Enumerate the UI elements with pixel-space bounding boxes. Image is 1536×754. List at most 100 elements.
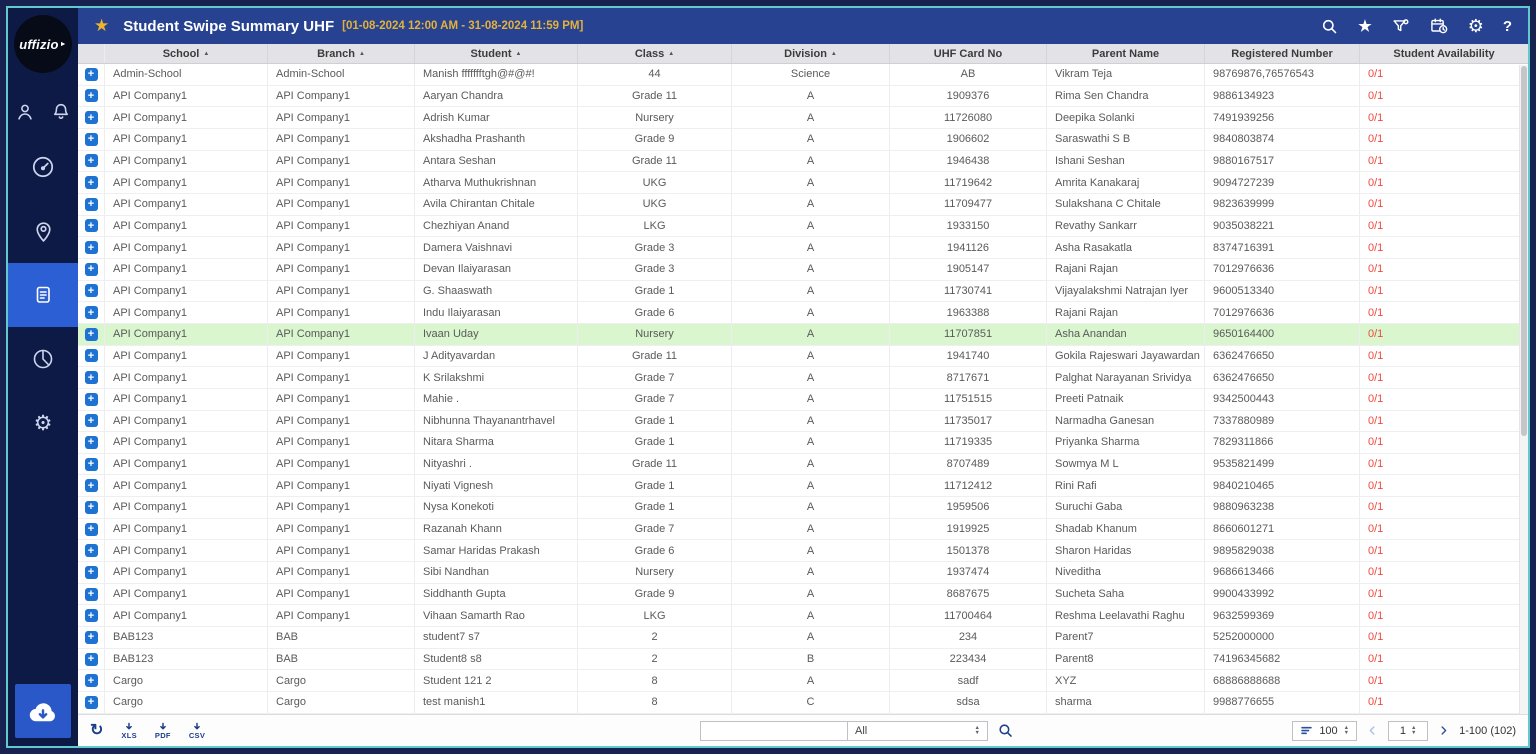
expand-row-button[interactable]: + bbox=[84, 609, 98, 623]
gear-icon[interactable]: ⚙ bbox=[1468, 16, 1484, 37]
table-row[interactable]: + API Company1 API Company1 Nibhunna Thayan… bbox=[78, 410, 1519, 433]
expand-row-button[interactable]: + bbox=[84, 522, 98, 536]
vertical-scrollbar[interactable] bbox=[1519, 65, 1528, 714]
previous-page-icon[interactable] bbox=[1366, 724, 1379, 737]
table-row[interactable]: + API Company1 API Company1 Antara Seshan Gr… bbox=[78, 150, 1519, 173]
header-registered-number[interactable]: Registered Number bbox=[1205, 44, 1360, 63]
favorite-star-icon[interactable]: ★ bbox=[94, 16, 109, 36]
sidebar-item-settings[interactable]: ⚙ bbox=[8, 391, 78, 455]
sidebar-item-tracking[interactable] bbox=[8, 199, 78, 263]
expand-row-button[interactable]: + bbox=[84, 630, 98, 644]
header-division[interactable]: Division ▲ bbox=[732, 44, 890, 63]
expand-row-button[interactable]: + bbox=[84, 674, 98, 688]
header-uhf-card-no[interactable]: UHF Card No bbox=[890, 44, 1047, 63]
expand-row-button[interactable]: + bbox=[84, 587, 98, 601]
sidebar-item-analytics[interactable] bbox=[8, 327, 78, 391]
person-icon[interactable] bbox=[14, 101, 36, 123]
table-row[interactable]: + Cargo Cargo Student 121 2 8 Asadf XYZ 6888688… bbox=[78, 670, 1519, 693]
table-row[interactable]: + API Company1 API Company1 Devan Ilaiyaras… bbox=[78, 258, 1519, 281]
table-row[interactable]: + API Company1 API Company1 G. Shaaswath Gra… bbox=[78, 280, 1519, 303]
table-row[interactable]: + API Company1 API Company1 Ivaan Uday Nurse… bbox=[78, 323, 1519, 346]
favorites-icon[interactable]: ★ bbox=[1358, 17, 1371, 35]
table-row[interactable]: + API Company1 API Company1 J Adityavardan G… bbox=[78, 345, 1519, 368]
help-icon[interactable]: ? bbox=[1503, 18, 1512, 35]
expand-row-button[interactable]: + bbox=[84, 67, 98, 81]
expand-row-button[interactable]: + bbox=[84, 327, 98, 341]
header-student-availability[interactable]: Student Availability bbox=[1360, 44, 1528, 63]
table-row[interactable]: + Admin-School Admin-School Manish ffffffft… bbox=[78, 64, 1519, 86]
table-row[interactable]: + API Company1 API Company1 Nysa Konekoti Gr… bbox=[78, 497, 1519, 519]
expand-row-button[interactable]: + bbox=[84, 154, 98, 168]
cell-division: A bbox=[732, 258, 890, 280]
current-page-input[interactable]: 1 ▲ ▼ bbox=[1388, 720, 1429, 741]
table-row[interactable]: + API Company1 API Company1 Damera Vaishnav… bbox=[78, 237, 1519, 259]
scrollbar-thumb[interactable] bbox=[1521, 66, 1527, 436]
expand-row-button[interactable]: + bbox=[84, 565, 98, 579]
table-row[interactable]: + API Company1 API Company1 Chezhiyan Anand… bbox=[78, 215, 1519, 238]
table-row[interactable]: + Cargo Cargo test manish1 8 Csdsa sharma 99887… bbox=[78, 692, 1519, 714]
table-row[interactable]: + API Company1 API Company1 Nitara Sharma Gr… bbox=[78, 432, 1519, 454]
expand-row-button[interactable]: + bbox=[84, 176, 98, 190]
expand-row-button[interactable]: + bbox=[84, 695, 98, 709]
expand-row-button[interactable]: + bbox=[84, 500, 98, 514]
expand-row-button[interactable]: + bbox=[84, 111, 98, 125]
table-row[interactable]: + API Company1 API Company1 Sibi Nandhan Nur… bbox=[78, 562, 1519, 584]
table-row[interactable]: + API Company1 API Company1 Siddhanth Gupta… bbox=[78, 583, 1519, 606]
table-row[interactable]: + BAB123 BAB Student8 s8 2 B 223434 Parent8 7419… bbox=[78, 648, 1519, 671]
expand-row-button[interactable]: + bbox=[84, 457, 98, 471]
table-row[interactable]: + API Company1 API Company1 Samar Haridas P… bbox=[78, 540, 1519, 563]
table-row[interactable]: + API Company1 API Company1 Avila Chirantan… bbox=[78, 193, 1519, 216]
expand-row-button[interactable]: + bbox=[84, 392, 98, 406]
expand-row-button[interactable]: + bbox=[84, 414, 98, 428]
refresh-icon[interactable]: ↻ bbox=[90, 722, 103, 739]
uffizio-logo[interactable]: uffizio ► bbox=[14, 15, 72, 73]
table-row[interactable]: + API Company1 API Company1 Razanah Khann Gr… bbox=[78, 518, 1519, 541]
search-submit-icon[interactable] bbox=[997, 722, 1014, 739]
expand-row-button[interactable]: + bbox=[84, 284, 98, 298]
header-school[interactable]: School ▲ bbox=[105, 44, 268, 63]
page-size-select[interactable]: 100 ▲ ▼ bbox=[1292, 720, 1358, 741]
table-row[interactable]: + API Company1 API Company1 Atharva Muthukr… bbox=[78, 172, 1519, 194]
header-branch[interactable]: Branch ▲ bbox=[268, 44, 415, 63]
export-xls-button[interactable]: XLS bbox=[121, 722, 137, 740]
table-row[interactable]: + API Company1 API Company1 Akshadha Prasha… bbox=[78, 128, 1519, 151]
sidebar-item-dashboard[interactable] bbox=[8, 135, 78, 199]
expand-row-button[interactable]: + bbox=[84, 435, 98, 449]
expand-row-button[interactable]: + bbox=[84, 262, 98, 276]
search-icon[interactable] bbox=[1320, 17, 1339, 36]
expand-row-button[interactable]: + bbox=[84, 479, 98, 493]
table-search-input[interactable] bbox=[700, 720, 848, 741]
sidebar-item-reports[interactable] bbox=[8, 263, 78, 327]
date-range[interactable]: [01-08-2024 12:00 AM - 31-08-2024 11:59 … bbox=[342, 20, 583, 32]
table-row[interactable]: + API Company1 API Company1 Nityashri . Grad… bbox=[78, 453, 1519, 476]
expand-row-button[interactable]: + bbox=[84, 219, 98, 233]
expand-row-button[interactable]: + bbox=[84, 306, 98, 320]
expand-row-button[interactable]: + bbox=[84, 89, 98, 103]
table-row[interactable]: + API Company1 API Company1 Adrish Kumar Nur… bbox=[78, 107, 1519, 129]
expand-row-button[interactable]: + bbox=[84, 544, 98, 558]
expand-row-button[interactable]: + bbox=[84, 652, 98, 666]
table-row[interactable]: + API Company1 API Company1 Mahie . Grade 7A… bbox=[78, 388, 1519, 411]
calendar-clock-icon[interactable] bbox=[1429, 16, 1449, 36]
table-row[interactable]: + BAB123 BAB student7 s7 2 A 234 Parent7 5252000… bbox=[78, 627, 1519, 649]
expand-row-button[interactable]: + bbox=[84, 349, 98, 363]
header-parent-name[interactable]: Parent Name bbox=[1047, 44, 1205, 63]
bell-icon[interactable] bbox=[50, 101, 72, 123]
expand-row-button[interactable]: + bbox=[84, 241, 98, 255]
header-class[interactable]: Class ▲ bbox=[578, 44, 732, 63]
table-row[interactable]: + API Company1 API Company1 Aaryan Chandra G… bbox=[78, 85, 1519, 108]
export-csv-button[interactable]: CSV bbox=[189, 722, 205, 740]
table-row[interactable]: + API Company1 API Company1 Vihaan Samarth … bbox=[78, 605, 1519, 628]
expand-row-button[interactable]: + bbox=[84, 197, 98, 211]
search-column-select[interactable]: All ▲ ▼ bbox=[848, 720, 988, 741]
cloud-download-button[interactable] bbox=[15, 684, 71, 738]
table-row[interactable]: + API Company1 API Company1 K Srilakshmi Gra… bbox=[78, 367, 1519, 389]
table-row[interactable]: + API Company1 API Company1 Niyati Vignesh G… bbox=[78, 475, 1519, 498]
filter-icon[interactable] bbox=[1391, 17, 1410, 36]
export-pdf-button[interactable]: PDF bbox=[155, 722, 171, 740]
next-page-icon[interactable] bbox=[1437, 724, 1450, 737]
table-row[interactable]: + API Company1 API Company1 Indu Ilaiyarasa… bbox=[78, 302, 1519, 324]
expand-row-button[interactable]: + bbox=[84, 371, 98, 385]
expand-row-button[interactable]: + bbox=[84, 132, 98, 146]
header-student[interactable]: Student ▲ bbox=[415, 44, 578, 63]
